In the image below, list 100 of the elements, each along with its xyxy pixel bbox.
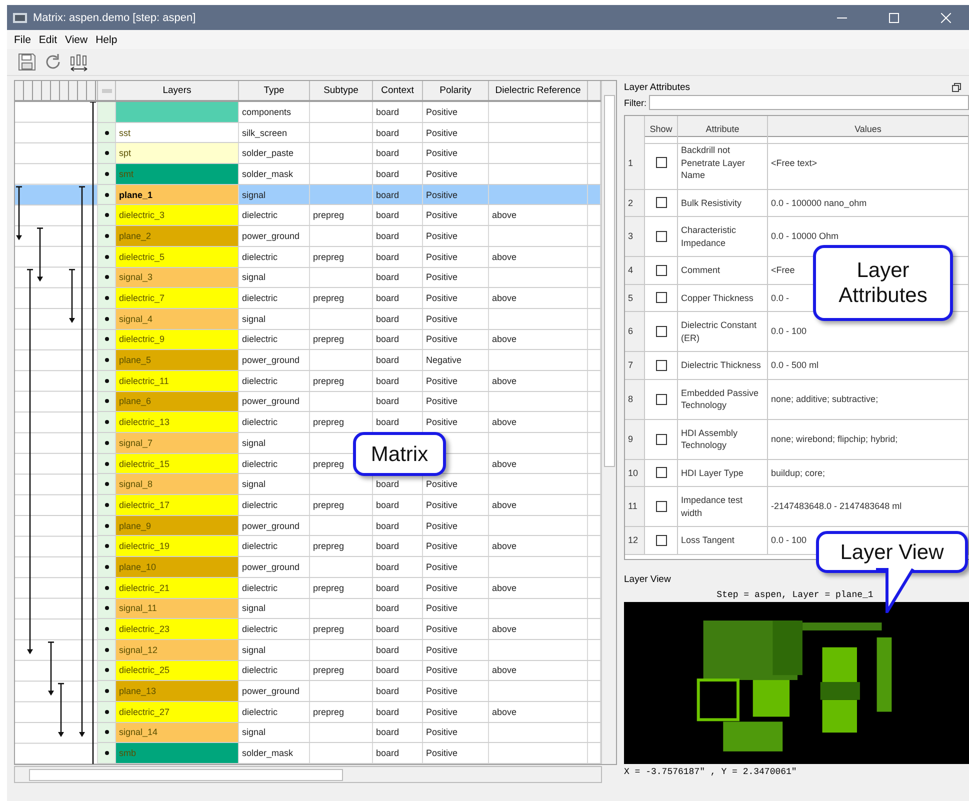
- checkbox[interactable]: [656, 264, 666, 276]
- float-icon[interactable]: [952, 82, 961, 92]
- table-row[interactable]: plane_1 signal board Positive: [98, 184, 601, 206]
- vertical-scrollbar[interactable]: [601, 81, 616, 764]
- marker-cell[interactable]: [98, 246, 116, 266]
- layer-cell[interactable]: dielectric_11: [116, 370, 239, 391]
- column-header[interactable]: Type: [239, 81, 310, 100]
- marker-cell[interactable]: [98, 474, 116, 494]
- marker-cell[interactable]: [98, 495, 116, 515]
- layer-cell[interactable]: dielectric_23: [116, 619, 239, 639]
- marker-cell[interactable]: [98, 184, 116, 204]
- marker-cell[interactable]: [98, 102, 116, 122]
- table-row[interactable]: smt solder_mask board Positive: [98, 164, 601, 185]
- layer-cell[interactable]: dielectric_15: [116, 454, 239, 474]
- checkbox[interactable]: [656, 394, 666, 404]
- table-row[interactable]: plane_9 power_ground board Positive: [98, 516, 601, 536]
- table-row[interactable]: dielectric_23 dielectric prepreg board Positive above: [98, 619, 601, 640]
- marker-cell[interactable]: [98, 702, 116, 722]
- scroll-thumb[interactable]: [604, 95, 615, 467]
- layer-cell[interactable]: plane_6: [116, 392, 239, 412]
- layer-cell[interactable]: plane_9: [116, 516, 239, 536]
- layer-cell[interactable]: spt: [116, 143, 239, 164]
- table-row[interactable]: signal_14 signal board Positive: [98, 722, 601, 744]
- menu-item[interactable]: Help: [96, 34, 118, 46]
- column-resize-icon[interactable]: [69, 52, 89, 72]
- table-row[interactable]: signal_12 signal board Positive: [98, 640, 601, 661]
- table-row[interactable]: plane_6 power_ground board Positive: [98, 392, 601, 412]
- marker-cell[interactable]: [98, 681, 116, 701]
- layer-cell[interactable]: dielectric_3: [116, 205, 239, 226]
- layer-cell[interactable]: sst: [116, 122, 239, 142]
- checkbox[interactable]: [656, 231, 666, 242]
- table-row[interactable]: plane_5 power_ground board Negative: [98, 350, 601, 371]
- save-icon[interactable]: [17, 52, 37, 72]
- menu-item[interactable]: File: [14, 34, 31, 46]
- checkbox[interactable]: [656, 326, 666, 337]
- marker-cell[interactable]: [98, 268, 116, 288]
- table-row[interactable]: dielectric_13 dielectric prepreg board Positive above: [98, 412, 601, 433]
- table-row[interactable]: dielectric_25 dielectric prepreg board Positive above: [98, 660, 601, 682]
- marker-cell[interactable]: [98, 598, 116, 618]
- table-row[interactable]: dielectric_27 dielectric prepreg board Positive above: [98, 702, 601, 723]
- layer-cell[interactable]: signal_3: [116, 268, 239, 288]
- layer-cell[interactable]: dielectric_13: [116, 412, 239, 432]
- table-row[interactable]: dielectric_11 dielectric prepreg board Positive above: [98, 370, 601, 392]
- marker-cell[interactable]: [98, 350, 116, 370]
- layer-cell[interactable]: plane_13: [116, 681, 239, 701]
- marker-cell[interactable]: [98, 722, 116, 742]
- layer-cell[interactable]: plane_2: [116, 226, 239, 246]
- table-row[interactable]: plane_2 power_ground board Positive: [98, 226, 601, 247]
- table-row[interactable]: sst silk_screen board Positive: [98, 122, 601, 144]
- layer-cell[interactable]: dielectric_19: [116, 536, 239, 556]
- marker-cell[interactable]: [98, 516, 116, 536]
- menu-item[interactable]: View: [65, 34, 88, 46]
- table-row[interactable]: components board Positive: [98, 102, 601, 123]
- marker-cell[interactable]: [98, 122, 116, 142]
- table-row[interactable]: plane_13 power_ground board Positive: [98, 681, 601, 702]
- table-row[interactable]: smb solder_mask board Positive: [98, 743, 601, 764]
- marker-cell[interactable]: [98, 143, 116, 164]
- table-row[interactable]: dielectric_7 dielectric prepreg board Positive above: [98, 288, 601, 309]
- layer-cell[interactable]: plane_5: [116, 350, 239, 370]
- layer-cell[interactable]: dielectric_7: [116, 288, 239, 308]
- layer-cell[interactable]: dielectric_9: [116, 330, 239, 350]
- marker-cell[interactable]: [98, 308, 116, 329]
- marker-cell[interactable]: [98, 619, 116, 639]
- layer-cell[interactable]: signal_14: [116, 722, 239, 742]
- marker-cell[interactable]: [98, 536, 116, 556]
- table-row[interactable]: signal_4 signal board Positive: [98, 308, 601, 330]
- marker-cell[interactable]: [98, 226, 116, 246]
- layer-cell[interactable]: signal_4: [116, 308, 239, 329]
- column-header[interactable]: Subtype: [310, 81, 373, 100]
- marker-cell[interactable]: [98, 288, 116, 308]
- checkbox[interactable]: [656, 157, 666, 168]
- column-header[interactable]: Context: [373, 81, 423, 100]
- marker-cell[interactable]: [98, 164, 116, 184]
- table-row[interactable]: signal_3 signal board Positive: [98, 268, 601, 288]
- layer-cell[interactable]: dielectric_21: [116, 578, 239, 598]
- table-row[interactable]: signal_11 signal board Positive: [98, 598, 601, 620]
- layer-cell[interactable]: dielectric_17: [116, 495, 239, 515]
- table-row[interactable]: dielectric_9 dielectric prepreg board Positive above: [98, 330, 601, 350]
- marker-cell[interactable]: [98, 454, 116, 474]
- menu-item[interactable]: Edit: [38, 34, 58, 46]
- layer-cell[interactable]: signal_7: [116, 433, 239, 453]
- scroll-thumb[interactable]: [29, 769, 343, 781]
- column-header[interactable]: Polarity: [423, 81, 489, 100]
- marker-cell[interactable]: [98, 330, 116, 350]
- layer-cell[interactable]: plane_1: [116, 184, 239, 204]
- layer-cell[interactable]: dielectric_27: [116, 702, 239, 722]
- marker-cell[interactable]: [98, 578, 116, 598]
- marker-cell[interactable]: [98, 392, 116, 412]
- column-header[interactable]: Dielectric Reference: [489, 81, 588, 100]
- layer-cell[interactable]: [116, 102, 239, 122]
- marker-cell[interactable]: [98, 660, 116, 680]
- checkbox[interactable]: [656, 434, 666, 444]
- marker-cell[interactable]: [98, 370, 116, 391]
- checkbox[interactable]: [656, 197, 666, 208]
- layer-cell[interactable]: dielectric_25: [116, 660, 239, 680]
- table-row[interactable]: dielectric_3 dielectric prepreg board Positive above: [98, 205, 601, 226]
- marker-cell[interactable]: [98, 433, 116, 453]
- horizontal-scrollbar[interactable]: [14, 766, 602, 783]
- filter-field[interactable]: [648, 95, 969, 110]
- column-header[interactable]: Values: [768, 116, 969, 144]
